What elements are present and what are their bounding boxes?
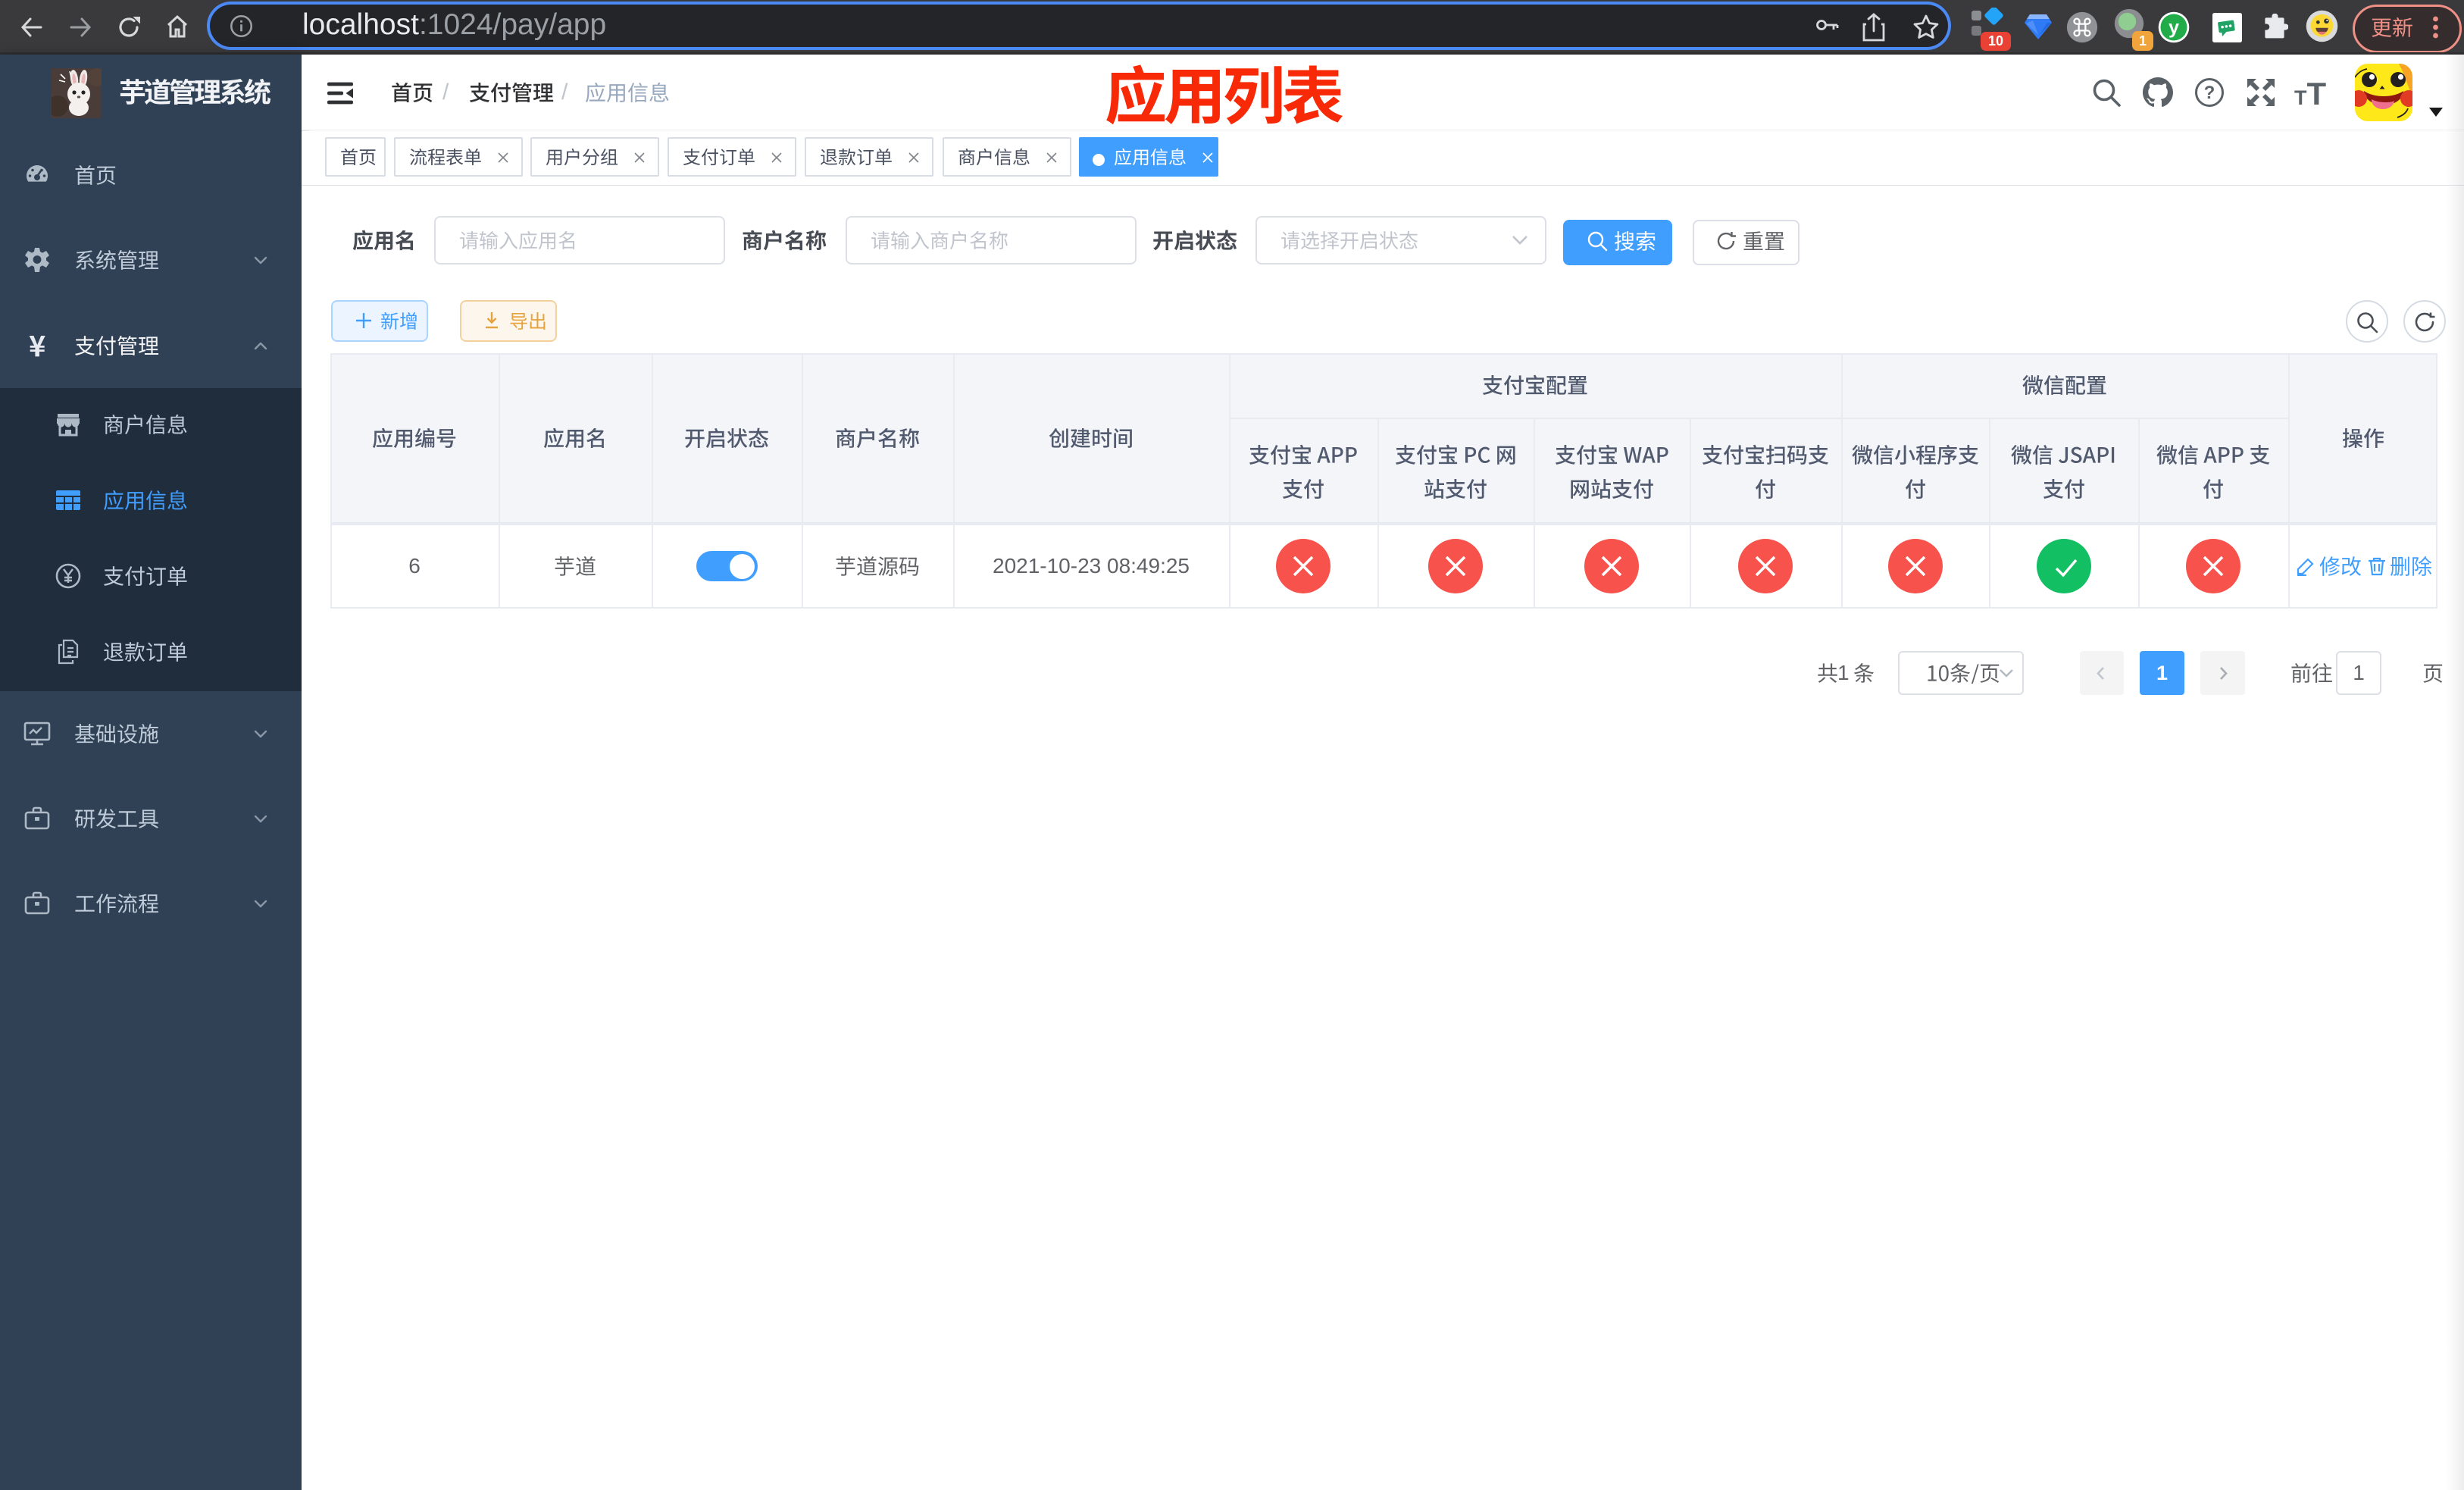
svg-text:?: ? <box>2204 83 2215 103</box>
svg-text:y: y <box>2169 17 2179 38</box>
